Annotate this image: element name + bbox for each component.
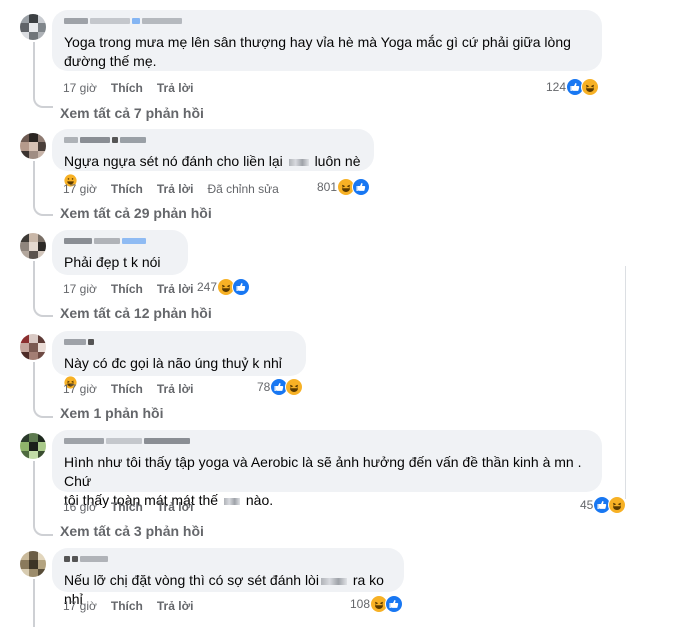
reaction-count: 108 xyxy=(350,597,371,611)
author-name-blurred[interactable] xyxy=(64,438,590,447)
like-reaction-icon xyxy=(232,278,251,296)
thread-line xyxy=(33,261,35,305)
reaction-summary[interactable]: 801 xyxy=(317,178,371,196)
reaction-count: 78 xyxy=(257,380,271,394)
like-button[interactable]: Thích xyxy=(111,382,143,396)
timestamp[interactable]: 17 giờ xyxy=(63,599,97,613)
reaction-summary[interactable]: 124 xyxy=(546,78,600,96)
avatar[interactable] xyxy=(20,233,46,259)
like-button[interactable]: Thích xyxy=(111,599,143,613)
comment-bubble: Hình như tôi thấy tập yoga và Aerobic là… xyxy=(52,430,602,508)
reaction-summary[interactable]: 45 xyxy=(580,496,627,514)
censored-word xyxy=(320,577,347,585)
reply-button[interactable]: Trả lời xyxy=(157,382,194,396)
timestamp[interactable]: 16 giờ xyxy=(63,500,97,514)
haha-reaction-icon xyxy=(285,378,304,396)
reaction-count: 801 xyxy=(317,180,338,194)
comment-actions: 17 giờ Thích Trả lời xyxy=(63,599,193,613)
edited-label: Đã chỉnh sửa xyxy=(207,182,279,196)
reply-connector xyxy=(33,524,53,536)
like-reaction-icon xyxy=(352,178,371,196)
avatar[interactable] xyxy=(20,133,46,159)
thread-line xyxy=(33,161,35,204)
comment-actions: 17 giờ Thích Trả lời Đã chỉnh sửa xyxy=(63,182,279,196)
view-replies-link[interactable]: Xem tất cả 12 phản hồi xyxy=(60,304,212,322)
reaction-summary[interactable]: 247 xyxy=(197,278,251,296)
reply-button[interactable]: Trả lời xyxy=(157,282,194,296)
reply-button[interactable]: Trả lời xyxy=(157,182,194,196)
like-reaction-icon xyxy=(385,595,404,613)
thread-line xyxy=(33,362,35,406)
reaction-count: 45 xyxy=(580,498,594,512)
reply-connector xyxy=(33,204,53,216)
timestamp[interactable]: 17 giờ xyxy=(63,182,97,196)
author-name-blurred[interactable] xyxy=(64,238,176,247)
reaction-count: 247 xyxy=(197,280,218,294)
comment-bubble: Nếu lỡ chị đặt vòng thì có sợ sét đánh l… xyxy=(52,548,404,607)
like-button[interactable]: Thích xyxy=(111,282,143,296)
author-name-blurred[interactable] xyxy=(64,556,392,565)
censored-word xyxy=(223,497,240,505)
comment-actions: 17 giờ Thích Trả lời xyxy=(63,282,193,296)
author-name-blurred[interactable] xyxy=(64,339,294,348)
scrollbar[interactable] xyxy=(625,266,626,499)
comment-actions: 17 giờ Thích Trả lời xyxy=(63,382,193,396)
view-replies-link[interactable]: Xem tất cả 3 phản hồi xyxy=(60,522,204,540)
reply-connector xyxy=(33,406,53,418)
avatar[interactable] xyxy=(20,14,46,40)
comment-actions: 16 giờ Thích Trả lời xyxy=(63,500,193,514)
comment-bubble: Ngựa ngựa sét nó đánh cho liền lại luôn … xyxy=(52,129,374,187)
thread-line xyxy=(33,461,35,524)
comment-bubble: Này có đc gọi là não úng thuỷ k nhỉ xyxy=(52,331,306,389)
avatar[interactable] xyxy=(20,334,46,360)
view-replies-link[interactable]: Xem tất cả 29 phản hồi xyxy=(60,204,212,222)
reply-button[interactable]: Trả lời xyxy=(157,599,194,613)
reaction-summary[interactable]: 108 xyxy=(350,595,404,613)
comment-bubble: Phải đẹp t k nói xyxy=(52,230,188,275)
timestamp[interactable]: 17 giờ xyxy=(63,382,97,396)
comment-text: Yoga trong mưa mẹ lên sân thượng hay vỉa… xyxy=(64,34,571,69)
haha-reaction-icon xyxy=(581,78,600,96)
reply-connector xyxy=(33,305,53,317)
thread-line xyxy=(33,579,35,627)
like-button[interactable]: Thích xyxy=(111,182,143,196)
comment-bubble: Yoga trong mưa mẹ lên sân thượng hay vỉa… xyxy=(52,10,602,71)
reaction-summary[interactable]: 78 xyxy=(257,378,304,396)
view-replies-link[interactable]: Xem 1 phản hồi xyxy=(60,404,163,422)
avatar[interactable] xyxy=(20,551,46,577)
view-replies-link[interactable]: Xem tất cả 7 phản hồi xyxy=(60,104,204,122)
comment-text: Phải đẹp t k nói xyxy=(64,254,161,270)
author-name-blurred[interactable] xyxy=(64,18,590,27)
like-button[interactable]: Thích xyxy=(111,500,143,514)
haha-reaction-icon xyxy=(608,496,627,514)
censored-word xyxy=(288,158,309,166)
timestamp[interactable]: 17 giờ xyxy=(63,81,97,95)
like-button[interactable]: Thích xyxy=(111,81,143,95)
reply-connector xyxy=(33,96,53,108)
reply-button[interactable]: Trả lời xyxy=(157,500,194,514)
reply-button[interactable]: Trả lời xyxy=(157,81,194,95)
author-name-blurred[interactable] xyxy=(64,137,362,146)
timestamp[interactable]: 17 giờ xyxy=(63,282,97,296)
reaction-count: 124 xyxy=(546,80,567,94)
thread-line xyxy=(33,42,35,96)
comment-actions: 17 giờ Thích Trả lời xyxy=(63,81,193,95)
avatar[interactable] xyxy=(20,433,46,459)
